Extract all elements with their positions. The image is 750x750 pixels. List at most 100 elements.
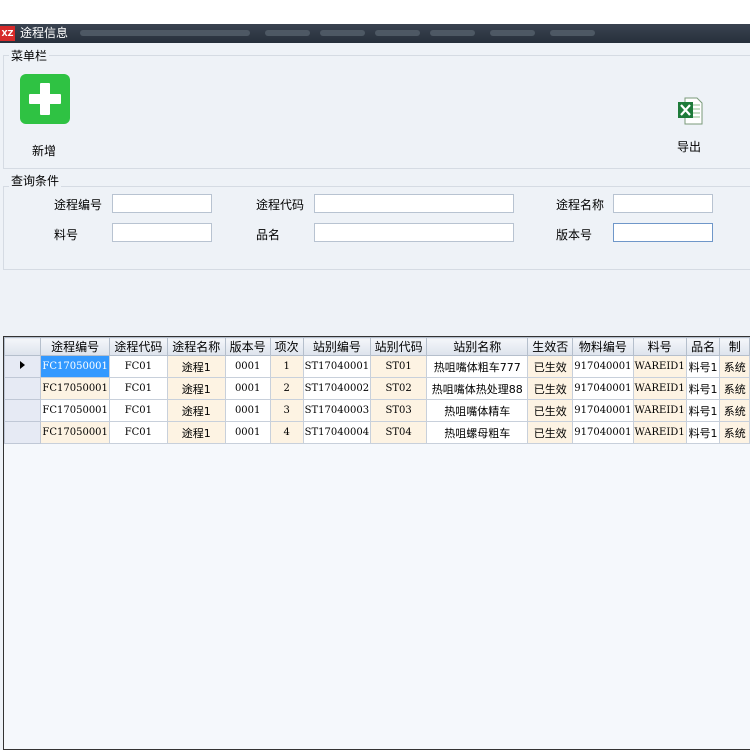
workspace: 菜单栏 新增 导出 查询条件 途程编号 途程代码 途程名称 料号 品名 版本号 — [0, 43, 750, 750]
route-name-label: 途程名称 — [556, 198, 605, 212]
table-cell[interactable]: FC17050001 — [40, 355, 110, 378]
route-table: 途程编号 途程代码 途程名称 版本号 项次 站别编号 站别代码 站别名称 生效否… — [4, 337, 750, 444]
table-cell[interactable]: 917040001 — [572, 421, 634, 444]
app-logo-icon: XZ — [0, 26, 15, 41]
row-header[interactable] — [4, 377, 42, 400]
column-header[interactable]: 版本号 — [224, 337, 271, 356]
table-cell[interactable]: 料号1 — [685, 355, 721, 378]
table-cell[interactable]: 途程1 — [166, 421, 226, 444]
table-cell[interactable]: 0001 — [224, 421, 271, 444]
table-cell[interactable]: 系统 — [719, 399, 750, 422]
row-header-corner — [4, 337, 42, 356]
table-cell[interactable]: ST17040001 — [302, 355, 372, 378]
table-cell[interactable]: 料号1 — [685, 399, 721, 422]
table-cell[interactable]: ST04 — [370, 421, 428, 444]
column-header[interactable]: 途程名称 — [166, 337, 226, 356]
table-cell[interactable]: WAREID1 — [632, 421, 687, 444]
table-cell[interactable]: FC17050001 — [40, 421, 110, 444]
add-button[interactable] — [20, 74, 70, 124]
route-no-label: 途程编号 — [54, 198, 103, 212]
table-cell[interactable]: 热咀螺母粗车 — [426, 421, 529, 444]
title-bar-blur — [80, 30, 250, 36]
route-name-input[interactable] — [613, 194, 713, 213]
plus-icon-stem — [40, 83, 50, 115]
table-cell[interactable]: ST17040002 — [302, 377, 372, 400]
route-code-input[interactable] — [314, 194, 514, 213]
table-cell[interactable]: 热咀嘴体热处理88 — [426, 377, 529, 400]
table-cell[interactable]: 2 — [269, 377, 304, 400]
excel-export-icon[interactable] — [677, 97, 703, 125]
current-row-arrow-icon — [20, 361, 26, 369]
route-no-input[interactable] — [112, 194, 212, 213]
column-header[interactable]: 制 — [719, 337, 750, 356]
column-header[interactable]: 途程编号 — [40, 337, 110, 356]
table-cell[interactable]: 系统 — [719, 377, 750, 400]
table-cell[interactable]: ST01 — [370, 355, 428, 378]
menu-group-box — [3, 55, 750, 169]
table-cell[interactable]: 4 — [269, 421, 304, 444]
table-cell[interactable]: ST17040004 — [302, 421, 372, 444]
add-button-label[interactable]: 新增 — [32, 142, 56, 159]
table-cell[interactable]: WAREID1 — [632, 399, 687, 422]
table-row[interactable]: FC17050001 FC01 途程1 0001 3 ST17040003 ST… — [4, 399, 750, 422]
column-header[interactable]: 站别名称 — [426, 337, 529, 356]
table-cell[interactable]: FC01 — [108, 399, 168, 422]
table-cell[interactable]: WAREID1 — [632, 355, 687, 378]
table-cell[interactable]: 途程1 — [166, 399, 226, 422]
table-cell[interactable]: 已生效 — [527, 421, 574, 444]
column-header[interactable]: 料号 — [632, 337, 687, 356]
row-header-current[interactable] — [4, 355, 42, 378]
table-row[interactable]: FC17050001 FC01 途程1 0001 1 ST17040001 ST… — [4, 355, 750, 378]
row-header[interactable] — [4, 399, 42, 422]
table-row[interactable]: FC17050001 FC01 途程1 0001 2 ST17040002 ST… — [4, 377, 750, 400]
table-cell[interactable]: 0001 — [224, 377, 271, 400]
export-button-label[interactable]: 导出 — [677, 138, 701, 155]
route-code-label: 途程代码 — [256, 198, 305, 212]
table-cell[interactable]: FC01 — [108, 355, 168, 378]
column-header[interactable]: 站别代码 — [370, 337, 428, 356]
table-cell[interactable]: ST02 — [370, 377, 428, 400]
table-cell[interactable]: FC01 — [108, 377, 168, 400]
table-cell[interactable]: 料号1 — [685, 421, 721, 444]
title-bar-blur — [430, 30, 475, 36]
table-cell[interactable]: FC17050001 — [40, 399, 110, 422]
table-cell[interactable]: 0001 — [224, 399, 271, 422]
column-header[interactable]: 站别编号 — [302, 337, 372, 356]
table-cell[interactable]: 1 — [269, 355, 304, 378]
table-cell[interactable]: 已生效 — [527, 377, 574, 400]
table-cell[interactable]: FC01 — [108, 421, 168, 444]
column-header[interactable]: 品名 — [685, 337, 721, 356]
query-group-label: 查询条件 — [9, 172, 62, 189]
window-title: 途程信息 — [20, 26, 69, 40]
table-cell[interactable]: 已生效 — [527, 399, 574, 422]
table-cell[interactable]: 热咀嘴体精车 — [426, 399, 529, 422]
table-cell[interactable]: 途程1 — [166, 355, 226, 378]
part-no-input[interactable] — [112, 223, 212, 242]
table-cell[interactable]: 系统 — [719, 355, 750, 378]
row-header[interactable] — [4, 421, 42, 444]
column-header[interactable]: 途程代码 — [108, 337, 168, 356]
version-input[interactable] — [613, 223, 713, 242]
table-cell[interactable]: FC17050001 — [40, 377, 110, 400]
title-bar-blur — [320, 30, 365, 36]
table-cell[interactable]: ST03 — [370, 399, 428, 422]
table-cell[interactable]: 途程1 — [166, 377, 226, 400]
table-cell[interactable]: 系统 — [719, 421, 750, 444]
column-header[interactable]: 项次 — [269, 337, 304, 356]
title-bar: XZ 途程信息 — [0, 24, 750, 43]
table-cell[interactable]: 917040001 — [572, 377, 634, 400]
column-header[interactable]: 物料编号 — [572, 337, 634, 356]
table-cell[interactable]: 已生效 — [527, 355, 574, 378]
table-cell[interactable]: ST17040003 — [302, 399, 372, 422]
column-header[interactable]: 生效否 — [527, 337, 574, 356]
table-cell[interactable]: 料号1 — [685, 377, 721, 400]
table-cell[interactable]: 3 — [269, 399, 304, 422]
data-grid: 途程编号 途程代码 途程名称 版本号 项次 站别编号 站别代码 站别名称 生效否… — [3, 336, 750, 750]
table-cell[interactable]: 917040001 — [572, 355, 634, 378]
table-cell[interactable]: 917040001 — [572, 399, 634, 422]
table-cell[interactable]: 0001 — [224, 355, 271, 378]
table-row[interactable]: FC17050001 FC01 途程1 0001 4 ST17040004 ST… — [4, 421, 750, 444]
table-cell[interactable]: 热咀嘴体粗车777 — [426, 355, 529, 378]
table-cell[interactable]: WAREID1 — [632, 377, 687, 400]
product-name-input[interactable] — [314, 223, 514, 242]
